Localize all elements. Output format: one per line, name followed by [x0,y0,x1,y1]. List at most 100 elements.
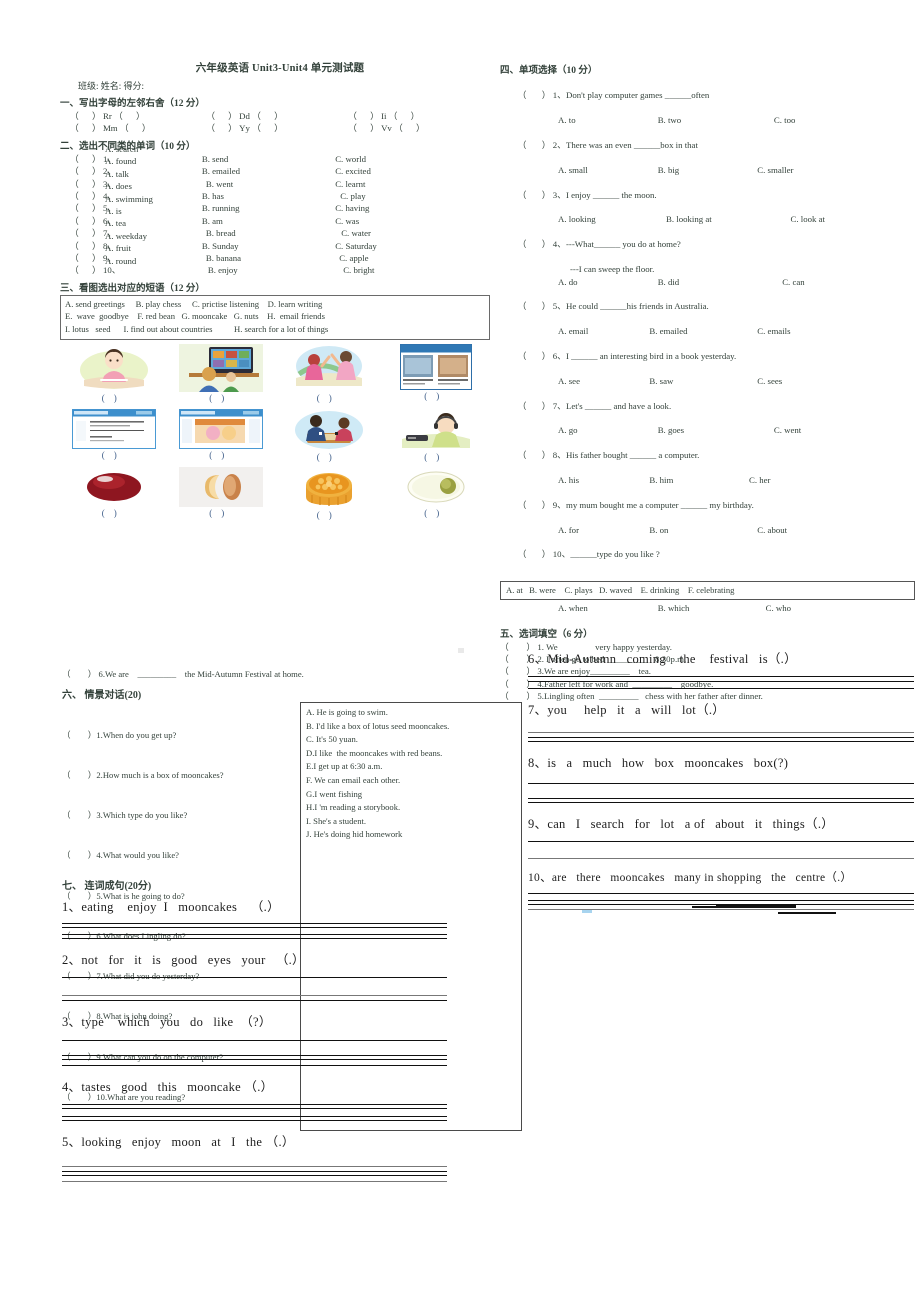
option-c[interactable]: C. bright [335,264,490,276]
answer-lines[interactable] [62,1166,447,1182]
option-b[interactable]: B. goes [658,424,774,436]
option-b[interactable]: B. did [658,276,783,288]
answer-blank[interactable]: () [424,508,448,518]
option-c[interactable]: C. Saturday [335,240,490,252]
option-a[interactable]: A. round [105,255,153,267]
option-a[interactable]: A. is [105,205,153,217]
option-c[interactable]: C. excited [335,165,490,177]
letter-blank-mm[interactable]: （ ） Mm （ ） [60,122,206,134]
answer-lines[interactable] [528,783,914,803]
option-b[interactable]: B. two [658,114,774,126]
letter-blank-yy[interactable]: （ ） Yy （ ） [206,122,348,134]
option-a[interactable]: A. to [500,114,658,126]
dialogue-question[interactable]: （ ）4.What would you like? [62,849,290,862]
option-c[interactable]: C. water [335,227,490,239]
answer-blank[interactable]: () [209,508,233,518]
option-a[interactable]: A. looking [500,213,666,225]
option-c[interactable]: C. learnt [335,178,490,190]
letter-blank-vv[interactable]: （ ） Vv （ ） [348,122,490,134]
option-b[interactable]: B. emailed [202,165,335,177]
q-mark[interactable]: （ ） 7、 [518,401,566,411]
option-b[interactable]: B. enjoy [202,264,335,276]
option-c[interactable]: C. about [757,524,915,536]
letter-blank-dd[interactable]: （ ） Dd （ ） [206,110,348,122]
option-a[interactable]: A. small [500,164,658,176]
option-a[interactable]: A. his [500,474,649,486]
answer-lines[interactable] [62,977,447,1001]
option-c[interactable]: C. emails [757,325,915,337]
q-mark[interactable]: （ ） 1、 [518,90,566,100]
answer-blank[interactable]: () [102,450,126,460]
answer-lines[interactable] [528,676,914,689]
option-b[interactable]: B. send [202,153,335,165]
answer-blank[interactable]: () [317,510,341,520]
option-c[interactable]: C. who [766,602,915,614]
answer-lines[interactable] [62,923,447,939]
q5-6[interactable]: （ ） 6.We are _________ the Mid-Autumn Fe… [62,668,522,681]
option-b[interactable]: B. running [202,202,335,214]
q-mark[interactable]: （ ） 5、 [518,301,566,311]
letter-blank-rr[interactable]: （ ） Rr （ ） [60,110,206,122]
answer-blank[interactable]: () [317,452,341,462]
answer-blank[interactable]: () [209,393,233,403]
answer-blank[interactable]: () [102,393,126,403]
option-a[interactable]: A. talk [105,168,153,180]
option-b[interactable]: B. big [658,164,758,176]
q-mark[interactable]: （ ） 6、 [518,351,566,361]
answer-lines[interactable] [62,1040,447,1066]
option-a[interactable]: A. fruit [105,242,153,254]
option-a[interactable]: A. when [500,602,658,614]
option-b[interactable]: B. bread [202,227,335,239]
dialogue-question[interactable]: （ ）1.When do you get up? [62,729,290,742]
option-b[interactable]: B. on [649,524,757,536]
option-a[interactable]: A. see [500,375,649,387]
option-b[interactable]: B. Sunday [202,240,335,252]
option-c[interactable]: C. can [782,276,915,288]
answer-blank[interactable]: () [424,391,448,401]
answer-lines[interactable] [528,732,914,742]
option-c[interactable]: C. play [335,190,490,202]
option-a[interactable]: A. swimming [105,193,153,205]
option-a[interactable]: A. for [500,524,649,536]
q-mark[interactable]: （ ） 3、 [518,190,566,200]
option-b[interactable]: B. am [202,215,335,227]
option-b[interactable]: B. has [202,190,335,202]
q-mark[interactable]: （ ） 4、 [518,239,566,249]
option-a[interactable]: A. tea [105,217,153,229]
option-c[interactable]: C. having [335,202,490,214]
option-a[interactable]: A. found [105,155,153,167]
dialogue-question[interactable]: （ ）3.Which type do you like? [62,809,290,822]
option-c[interactable]: C. too [774,114,915,126]
q-mark[interactable]: （ ） 10、 [518,549,571,559]
option-c[interactable]: C. sees [757,375,915,387]
option-a[interactable]: A. weekday [105,230,153,242]
dialogue-question[interactable]: （ ）2.How much is a box of mooncakes? [62,769,290,782]
q-mark[interactable]: （ ） 9、 [518,500,566,510]
answer-blank[interactable]: () [102,508,126,518]
option-b[interactable]: B. him [649,474,749,486]
option-a[interactable]: A. email [500,325,649,337]
option-a[interactable]: A. do [500,276,658,288]
option-c[interactable]: C. world [335,153,490,165]
option-c[interactable]: C. went [774,424,915,436]
option-a[interactable]: A. go [500,424,658,436]
q-mark[interactable]: （ ） 2、 [518,140,566,150]
answer-blank[interactable]: () [317,393,341,403]
option-a[interactable]: A. search [105,143,153,155]
option-a[interactable]: A. does [105,180,153,192]
answer-blank[interactable]: () [424,452,448,462]
option-b[interactable]: B. saw [649,375,757,387]
option-b[interactable]: B. which [658,602,766,614]
option-b[interactable]: B. banana [202,252,335,264]
option-b[interactable]: B. went [202,178,335,190]
answer-blank[interactable]: () [209,450,233,460]
option-c[interactable]: C. was [335,215,490,227]
option-c[interactable]: C. her [749,474,915,486]
option-b[interactable]: B. looking at [666,213,791,225]
option-c[interactable]: C. apple [335,252,490,264]
letter-blank-ii[interactable]: （ ） Ii （ ） [348,110,490,122]
answer-lines[interactable] [528,841,914,859]
q-mark[interactable]: （ ） 8、 [518,450,566,460]
option-b[interactable]: B. emailed [649,325,757,337]
answer-lines[interactable] [62,1104,447,1121]
